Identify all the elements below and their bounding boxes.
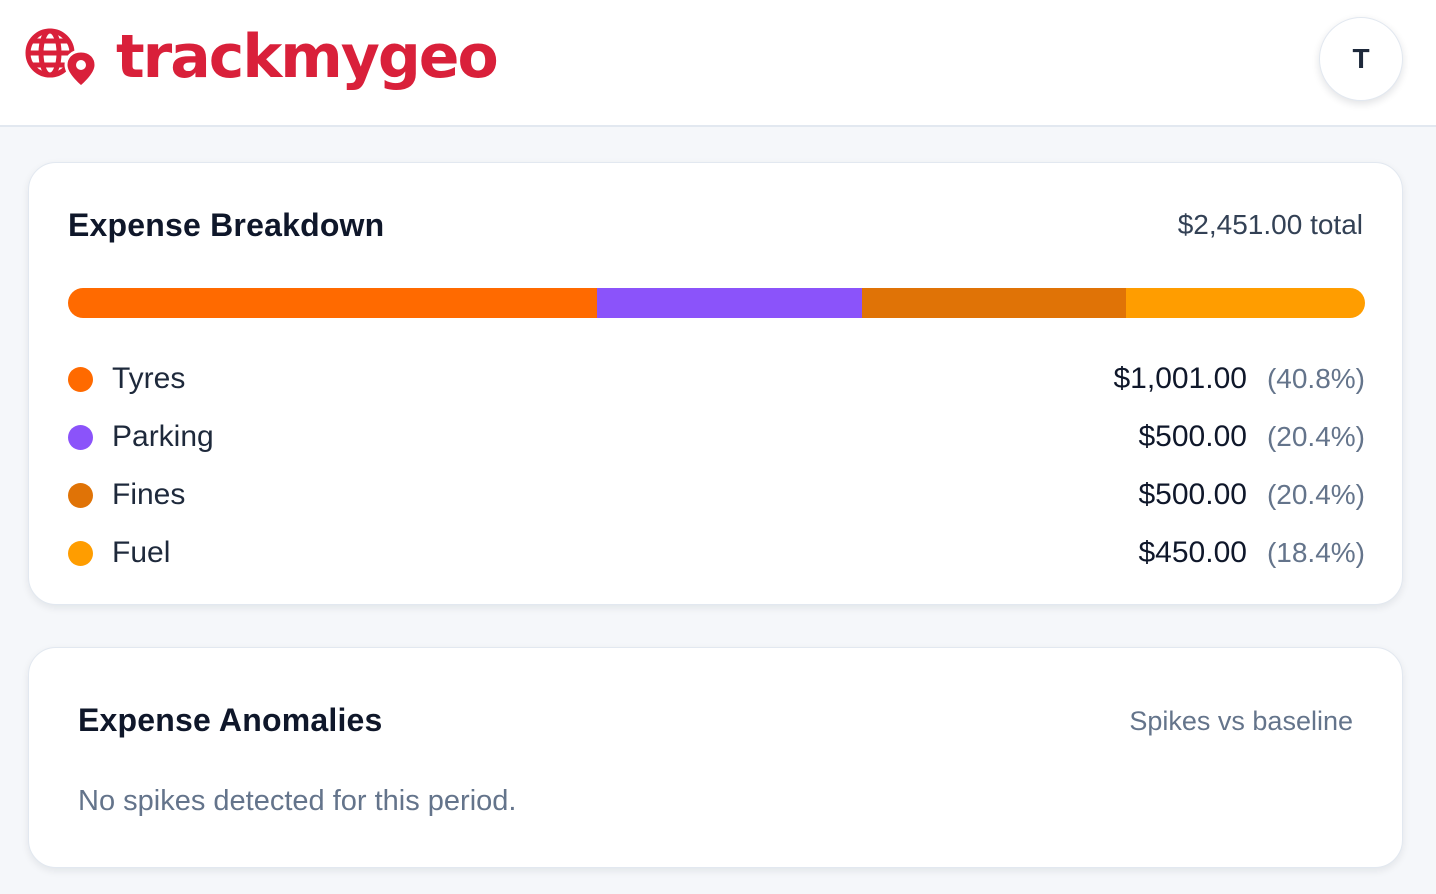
legend-percent: (20.4%) xyxy=(1266,479,1365,510)
legend-item-fines: Fines $500.00 (20.4%) xyxy=(68,466,1365,524)
bar-segment-parking[interactable] xyxy=(597,288,862,318)
legend-amount: $500.00 xyxy=(1138,420,1247,453)
legend-amount: $1,001.00 xyxy=(1113,362,1247,395)
legend-item-tyres: Tyres $1,001.00 (40.8%) xyxy=(68,350,1365,408)
parking-color-dot xyxy=(68,424,93,450)
legend-label: Parking xyxy=(112,420,214,453)
expense-total: $2,451.00 total xyxy=(1177,209,1363,240)
legend-label: Fines xyxy=(112,478,186,511)
legend-amount: $450.00 xyxy=(1138,536,1247,569)
legend-amount: $500.00 xyxy=(1138,478,1247,511)
expense-anomalies-title: Expense Anomalies xyxy=(78,702,383,738)
legend-label: Fuel xyxy=(112,536,171,569)
expense-legend: Tyres $1,001.00 (40.8%) Parking $500.00 … xyxy=(68,350,1365,582)
bar-segment-tyres[interactable] xyxy=(68,288,598,318)
legend-label: Tyres xyxy=(112,362,186,395)
bar-segment-fines[interactable] xyxy=(861,288,1127,318)
user-avatar-button[interactable]: T xyxy=(1319,17,1403,101)
app-header: trackmygeo T xyxy=(0,0,1436,127)
brand-name: trackmygeo xyxy=(116,22,499,92)
expense-anomalies-card: Expense Anomalies Spikes vs baseline No … xyxy=(28,647,1403,868)
fuel-color-dot xyxy=(68,540,93,566)
bar-segment-fuel[interactable] xyxy=(1126,288,1365,318)
legend-percent: (40.8%) xyxy=(1266,363,1365,394)
globe-pin-icon xyxy=(25,28,98,89)
legend-item-parking: Parking $500.00 (20.4%) xyxy=(68,408,1365,466)
expense-stacked-bar xyxy=(68,288,1365,318)
anomalies-subtitle: Spikes vs baseline xyxy=(1129,706,1353,736)
legend-percent: (20.4%) xyxy=(1266,421,1365,452)
legend-item-fuel: Fuel $450.00 (18.4%) xyxy=(68,524,1365,582)
tyres-color-dot xyxy=(68,366,93,392)
legend-percent: (18.4%) xyxy=(1266,537,1365,568)
expense-breakdown-card: Expense Breakdown $2,451.00 total Tyres … xyxy=(28,162,1403,605)
expense-breakdown-title: Expense Breakdown xyxy=(68,207,385,243)
brand-logo[interactable]: trackmygeo xyxy=(24,22,499,92)
fines-color-dot xyxy=(68,482,93,508)
anomalies-empty-message: No spikes detected for this period. xyxy=(78,785,517,817)
